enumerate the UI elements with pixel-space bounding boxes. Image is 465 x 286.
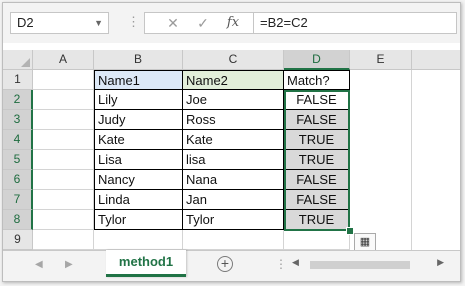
row-header-4[interactable]: 4 <box>3 130 33 150</box>
select-all-icon <box>21 58 30 67</box>
column-header-a[interactable]: A <box>33 50 94 70</box>
cell-b8[interactable]: Tylor <box>94 210 183 230</box>
row-header-9[interactable]: 9 <box>3 230 33 250</box>
cell-b6[interactable]: Nancy <box>94 170 183 190</box>
row-header-6[interactable]: 6 <box>3 170 33 190</box>
column-header-e[interactable]: E <box>350 50 412 70</box>
column-header-b[interactable]: B <box>94 50 183 70</box>
cell-d3[interactable]: FALSE <box>284 110 350 130</box>
cell-d8[interactable]: TRUE <box>284 210 350 230</box>
cell-b4[interactable]: Kate <box>94 130 183 150</box>
cell-d1-header[interactable]: Match? <box>284 70 350 90</box>
cancel-icon[interactable]: ✕ <box>158 13 188 33</box>
cell-a8[interactable] <box>33 210 94 230</box>
cell-b2[interactable]: Lily <box>94 90 183 110</box>
formula-input[interactable]: =B2=C2 <box>253 12 457 34</box>
sheet-tab-bar: ◀ ▶ method1 + ⋮ ◀ ▶ <box>3 250 460 281</box>
scroll-tabs-left-icon[interactable]: ◀ <box>35 259 43 270</box>
cell-c1-header[interactable]: Name2 <box>183 70 284 90</box>
quick-analysis-icon[interactable]: ▦ <box>354 233 376 251</box>
cell-a9[interactable] <box>33 230 94 250</box>
name-box-value: D2 <box>17 15 34 30</box>
cell-c2[interactable]: Joe <box>183 90 284 110</box>
cell-d5[interactable]: TRUE <box>284 150 350 170</box>
cell-a6[interactable] <box>33 170 94 190</box>
cell-b1-header[interactable]: Name1 <box>94 70 183 90</box>
column-header-c[interactable]: C <box>183 50 284 70</box>
scroll-right-icon[interactable]: ▶ <box>437 257 444 268</box>
column-header-f[interactable] <box>412 50 460 70</box>
cell-a5[interactable] <box>33 150 94 170</box>
formula-bar: D2 ▼ ⋮ ✕ ✓ fx =B2=C2 <box>3 3 460 43</box>
sheet-tab-method1[interactable]: method1 <box>106 250 186 277</box>
fill-handle[interactable] <box>346 227 354 235</box>
column-f-cells[interactable] <box>412 70 460 250</box>
cell-d7[interactable]: FALSE <box>284 190 350 210</box>
cell-c8[interactable]: Tylor <box>183 210 284 230</box>
confirm-icon[interactable]: ✓ <box>188 13 218 33</box>
cell-b9[interactable] <box>94 230 183 250</box>
cell-d9[interactable] <box>284 230 350 250</box>
scroll-left-icon[interactable]: ◀ <box>292 257 299 268</box>
cell-c5[interactable]: lisa <box>183 150 284 170</box>
cell-b7[interactable]: Linda <box>94 190 183 210</box>
cell-d2[interactable]: FALSE <box>284 90 350 110</box>
excel-window: D2 ▼ ⋮ ✕ ✓ fx =B2=C2 A B C D E 1 2 3 4 5… <box>2 2 461 282</box>
cell-d4[interactable]: TRUE <box>284 130 350 150</box>
chevron-down-icon[interactable]: ▼ <box>94 13 103 33</box>
cell-c4[interactable]: Kate <box>183 130 284 150</box>
name-box[interactable]: D2 ▼ <box>10 12 109 34</box>
cell-c9[interactable] <box>183 230 284 250</box>
cell-a7[interactable] <box>33 190 94 210</box>
tab-split-handle-icon[interactable]: ⋮ <box>275 257 287 271</box>
row-header-8[interactable]: 8 <box>3 210 33 230</box>
cell-a1[interactable] <box>33 70 94 90</box>
cell-a2[interactable] <box>33 90 94 110</box>
row-header-7[interactable]: 7 <box>3 190 33 210</box>
worksheet-grid: A B C D E 1 2 3 4 5 6 7 8 9 Name1 Name2 … <box>3 50 460 251</box>
row-header-5[interactable]: 5 <box>3 150 33 170</box>
cell-c7[interactable]: Jan <box>183 190 284 210</box>
cell-b3[interactable]: Judy <box>94 110 183 130</box>
row-header-2[interactable]: 2 <box>3 90 33 110</box>
column-header-d[interactable]: D <box>284 50 350 70</box>
row-header-1[interactable]: 1 <box>3 70 33 90</box>
select-all-button[interactable] <box>3 50 33 70</box>
column-e-cells[interactable] <box>350 70 412 250</box>
cell-d6[interactable]: FALSE <box>284 170 350 190</box>
add-sheet-icon[interactable]: + <box>217 256 233 272</box>
formula-buttons: ✕ ✓ fx <box>144 12 254 34</box>
cell-a4[interactable] <box>33 130 94 150</box>
cell-c3[interactable]: Ross <box>183 110 284 130</box>
cell-a3[interactable] <box>33 110 94 130</box>
scrollbar-thumb[interactable] <box>310 261 410 269</box>
scroll-tabs-right-icon[interactable]: ▶ <box>65 259 73 270</box>
formula-bar-grip-icon[interactable]: ⋮ <box>127 14 140 30</box>
cell-b5[interactable]: Lisa <box>94 150 183 170</box>
row-header-3[interactable]: 3 <box>3 110 33 130</box>
cell-c6[interactable]: Nana <box>183 170 284 190</box>
insert-function-icon[interactable]: fx <box>218 13 248 33</box>
horizontal-scrollbar[interactable]: ◀ ▶ <box>288 257 448 271</box>
